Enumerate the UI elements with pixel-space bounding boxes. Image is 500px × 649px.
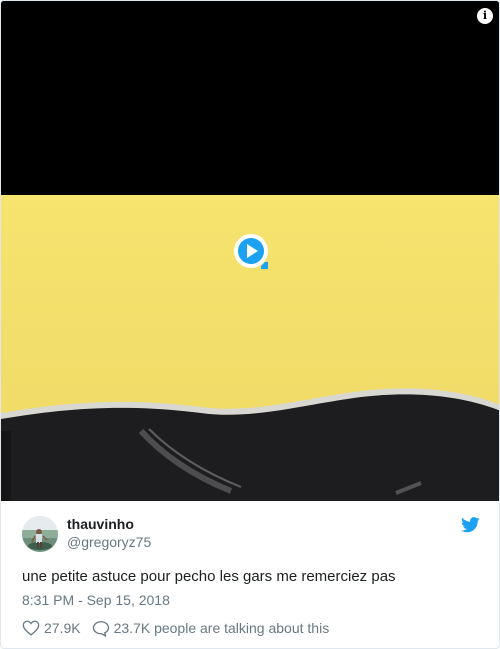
conversation-count: 23.7K people are talking about this bbox=[113, 620, 330, 636]
tweet-body: thauvinho @gregoryz75 une petite astuce … bbox=[1, 501, 499, 648]
tweet-text: une petite astuce pour pecho les gars me… bbox=[22, 568, 396, 585]
like-button[interactable]: 27.9K bbox=[22, 620, 81, 636]
tweet-timestamp[interactable]: 8:31 PM - Sep 15, 2018 bbox=[22, 592, 170, 608]
play-icon[interactable] bbox=[231, 231, 271, 271]
info-icon[interactable]: i bbox=[477, 8, 493, 24]
twitter-bird-icon[interactable] bbox=[461, 517, 480, 533]
screen-name[interactable]: @gregoryz75 bbox=[67, 534, 151, 550]
tweet-actions: 27.9K 23.7K people are talking about thi… bbox=[22, 619, 329, 637]
display-name[interactable]: thauvinho bbox=[67, 516, 134, 532]
video-player[interactable]: i bbox=[1, 1, 499, 501]
speech-bubble-icon bbox=[92, 620, 109, 637]
avatar-image bbox=[22, 516, 58, 552]
reply-button[interactable]: 23.7K people are talking about this bbox=[92, 620, 330, 637]
tweet-embed-card: i thauvinho @gregoryz75 une petite astuc… bbox=[0, 0, 500, 649]
like-count: 27.9K bbox=[44, 620, 81, 636]
avatar[interactable] bbox=[22, 516, 58, 552]
heart-icon bbox=[22, 620, 40, 636]
